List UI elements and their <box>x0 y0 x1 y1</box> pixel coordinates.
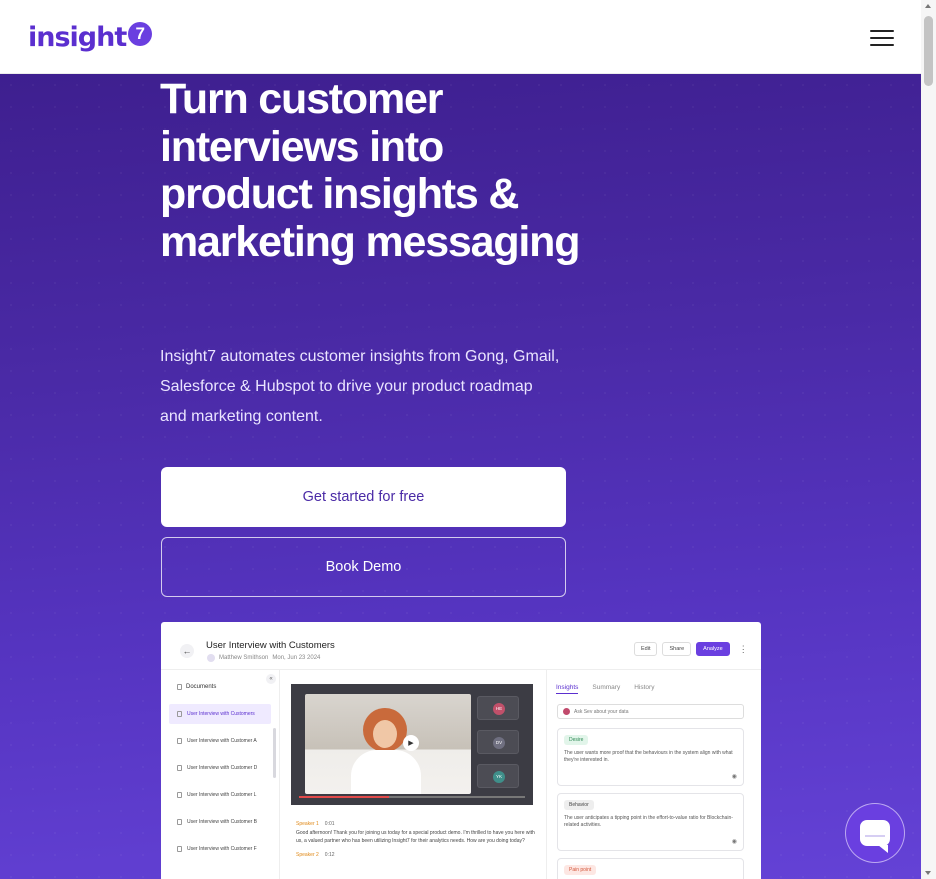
play-icon: ▶ <box>403 735 419 751</box>
scroll-down-arrow-icon[interactable] <box>925 871 931 875</box>
scrollbar-thumb[interactable] <box>924 16 933 86</box>
person-body <box>351 750 421 794</box>
scroll-up-arrow-icon[interactable] <box>925 4 931 8</box>
hero-subtitle: Insight7 automates customer insights fro… <box>160 348 560 425</box>
video-progress-bar <box>299 796 525 798</box>
menu-bar <box>870 37 894 39</box>
insight7-logo[interactable]: insight 7 <box>28 20 153 54</box>
kebab-menu-icon: ⋮ <box>738 643 748 654</box>
ask-placeholder: Ask Sev about your data <box>574 708 629 715</box>
insights-tabs: Insights Summary History <box>556 684 654 694</box>
documents-label: Documents <box>186 684 217 690</box>
participant-initials: HE <box>493 703 505 715</box>
tab-insights: Insights <box>556 684 579 694</box>
insight-tag: Desire <box>564 735 589 745</box>
hero-title: Turn customer interviews into product in… <box>160 75 580 266</box>
video-progress-fill <box>299 796 390 798</box>
menu-bar <box>870 44 894 46</box>
app-preview-screenshot: ← User Interview with Customers Matthew … <box>161 622 761 879</box>
eye-icon: ◉ <box>731 839 737 845</box>
file-name: User Interview with Customer B <box>187 819 258 825</box>
tab-history: History <box>634 684 655 691</box>
file-item: User Interview with Customers <box>169 704 271 724</box>
insight-tag: Behavior <box>564 800 594 810</box>
participant-tile: DV <box>477 730 519 754</box>
file-icon <box>177 711 182 717</box>
insight-card: Pain point <box>557 858 744 879</box>
speaker-name: Speaker 1 <box>296 821 319 827</box>
chat-launcher-button[interactable] <box>845 803 905 863</box>
logo-wordmark: insight <box>28 21 127 53</box>
file-name: User Interview with Customer F <box>187 846 257 852</box>
insight-text: The user wants more proof that the behav… <box>564 750 733 763</box>
speaker-time: 0:12 <box>324 851 335 858</box>
preview-author: Matthew Smithson <box>219 655 269 661</box>
file-name: User Interview with Customers <box>187 711 255 717</box>
menu-bar <box>870 30 894 32</box>
file-item: User Interview with Customer L <box>169 785 271 805</box>
preview-share-button: Share <box>662 642 692 656</box>
tab-summary: Summary <box>592 684 621 691</box>
file-item: User Interview with Customer F <box>169 839 271 859</box>
author-avatar <box>207 654 215 662</box>
file-icon <box>177 819 182 825</box>
file-icon <box>177 765 182 771</box>
book-demo-button[interactable]: Book Demo <box>161 537 566 597</box>
preview-edit-button: Edit <box>634 642 658 656</box>
person-face <box>373 720 397 748</box>
preview-date: Mon, Jun 23 2024 <box>272 655 321 661</box>
site-header: insight 7 <box>0 0 921 74</box>
insight-card: Behavior The user anticipates a tipping … <box>557 793 744 851</box>
page-scrollbar[interactable] <box>921 0 936 879</box>
logo-mark: 7 <box>128 22 153 46</box>
preview-topbar: ← User Interview with Customers Matthew … <box>161 622 761 670</box>
file-name: User Interview with Customer A <box>187 738 257 744</box>
hamburger-menu-icon[interactable] <box>870 30 894 46</box>
file-item: User Interview with Customer D <box>169 758 271 778</box>
file-name: User Interview with Customer L <box>187 792 257 798</box>
sev-avatar <box>563 708 570 715</box>
preview-meta: Matthew Smithson Mon, Jun 23 2024 <box>207 654 320 662</box>
preview-sidebar: « Documents User Interview with Customer… <box>161 670 280 879</box>
documents-heading: Documents <box>177 684 216 690</box>
hero-section: Turn customer interviews into product in… <box>0 74 921 879</box>
file-icon <box>177 738 182 744</box>
ask-sev-input: Ask Sev about your data <box>557 704 744 719</box>
participant-initials: DV <box>493 737 505 749</box>
transcript: Speaker 1 0:01 Good afternoon! Thank you … <box>296 820 536 859</box>
eye-icon: ◉ <box>731 774 737 780</box>
participant-tile: YK <box>477 764 519 788</box>
insight-text: The user anticipates a tipping point in … <box>564 815 733 828</box>
get-started-button[interactable]: Get started for free <box>161 467 566 527</box>
insights-panel: Insights Summary History Ask Sev about y… <box>546 670 761 879</box>
video-player: ▶ HE DV YK <box>291 684 533 805</box>
transcript-speaker: Speaker 2 0:12 <box>296 851 536 860</box>
transcript-speaker: Speaker 1 0:01 <box>296 820 536 829</box>
file-name: User Interview with Customer D <box>187 765 258 771</box>
preview-actions: Edit Share Analyze ⋮ <box>634 642 748 656</box>
file-icon <box>177 846 182 852</box>
file-item: User Interview with Customer B <box>169 812 271 832</box>
preview-analyze-button: Analyze <box>696 642 730 656</box>
back-arrow-icon: ← <box>180 644 194 658</box>
speaker-time: 0:01 <box>324 821 335 827</box>
preview-title: User Interview with Customers <box>206 640 335 651</box>
insight-card: Desire The user wants more proof that th… <box>557 728 744 786</box>
file-item: User Interview with Customer A <box>169 731 271 751</box>
speaker-name: Speaker 2 <box>296 851 319 858</box>
insight-tag: Pain point <box>564 865 597 875</box>
file-icon <box>177 792 182 798</box>
video-frame <box>305 694 471 794</box>
folder-icon <box>177 684 182 690</box>
collapse-icon: « <box>266 674 276 684</box>
transcript-text: Good afternoon! Thank you for joining us… <box>296 829 535 845</box>
participant-tile: HE <box>477 696 519 720</box>
chat-bubble-icon <box>860 820 890 853</box>
sidebar-scrollbar <box>273 728 276 778</box>
participant-initials: YK <box>493 771 505 783</box>
